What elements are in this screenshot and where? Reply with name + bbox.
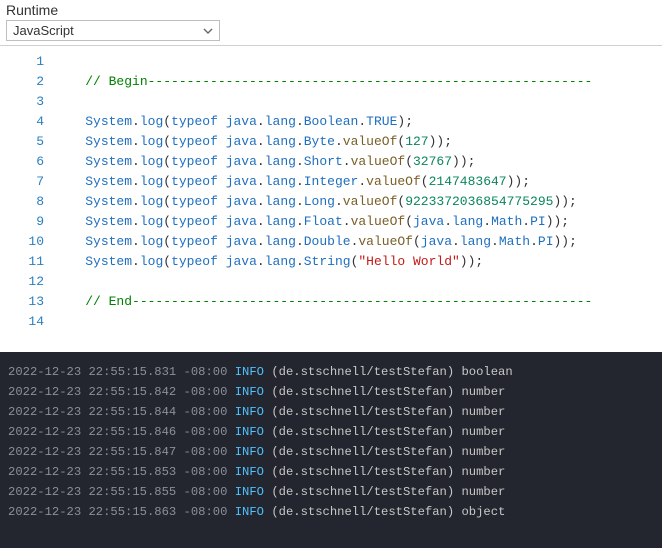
runtime-label: Runtime: [6, 2, 656, 18]
line-number: 10: [0, 232, 44, 252]
line-number: 12: [0, 272, 44, 292]
runtime-header: Runtime JavaScript: [0, 0, 662, 46]
line-number: 11: [0, 252, 44, 272]
line-number: 1: [0, 52, 44, 72]
console-line: 2022-12-23 22:55:15.863 -08:00 INFO (de.…: [8, 502, 654, 522]
code-line[interactable]: // Begin--------------------------------…: [54, 72, 662, 92]
code-line[interactable]: System.log(typeof java.lang.Double.value…: [54, 232, 662, 252]
line-number: 2: [0, 72, 44, 92]
console-timestamp: 2022-12-23 22:55:15.846 -08:00: [8, 425, 235, 439]
line-number: 8: [0, 192, 44, 212]
console-timestamp: 2022-12-23 22:55:15.847 -08:00: [8, 445, 235, 459]
console-message: number: [461, 485, 505, 499]
code-line[interactable]: System.log(typeof java.lang.Float.valueO…: [54, 212, 662, 232]
code-line[interactable]: [54, 92, 662, 112]
console-timestamp: 2022-12-23 22:55:15.842 -08:00: [8, 385, 235, 399]
output-console: 2022-12-23 22:55:15.831 -08:00 INFO (de.…: [0, 352, 662, 548]
console-timestamp: 2022-12-23 22:55:15.844 -08:00: [8, 405, 235, 419]
console-source: (de.stschnell/testStefan): [264, 505, 461, 519]
code-line[interactable]: [54, 52, 662, 72]
console-message: number: [461, 425, 505, 439]
console-source: (de.stschnell/testStefan): [264, 465, 461, 479]
code-line[interactable]: [54, 272, 662, 292]
runtime-dropdown[interactable]: JavaScript: [6, 20, 220, 41]
console-line: 2022-12-23 22:55:15.853 -08:00 INFO (de.…: [8, 462, 654, 482]
console-line: 2022-12-23 22:55:15.847 -08:00 INFO (de.…: [8, 442, 654, 462]
console-timestamp: 2022-12-23 22:55:15.831 -08:00: [8, 365, 235, 379]
code-editor[interactable]: 1234567891011121314 // Begin------------…: [0, 46, 662, 332]
console-line: 2022-12-23 22:55:15.831 -08:00 INFO (de.…: [8, 362, 654, 382]
chevron-down-icon: [203, 26, 213, 36]
line-number: 7: [0, 172, 44, 192]
console-level: INFO: [235, 405, 264, 419]
code-line[interactable]: System.log(typeof java.lang.Integer.valu…: [54, 172, 662, 192]
console-level: INFO: [235, 385, 264, 399]
line-number: 5: [0, 132, 44, 152]
console-level: INFO: [235, 485, 264, 499]
console-timestamp: 2022-12-23 22:55:15.853 -08:00: [8, 465, 235, 479]
code-line[interactable]: [54, 312, 662, 332]
line-number: 13: [0, 292, 44, 312]
line-gutter: 1234567891011121314: [0, 52, 54, 332]
console-message: number: [461, 465, 505, 479]
line-number: 3: [0, 92, 44, 112]
code-line[interactable]: // End----------------------------------…: [54, 292, 662, 312]
console-timestamp: 2022-12-23 22:55:15.855 -08:00: [8, 485, 235, 499]
console-line: 2022-12-23 22:55:15.846 -08:00 INFO (de.…: [8, 422, 654, 442]
console-line: 2022-12-23 22:55:15.855 -08:00 INFO (de.…: [8, 482, 654, 502]
console-source: (de.stschnell/testStefan): [264, 485, 461, 499]
runtime-dropdown-value: JavaScript: [13, 23, 74, 38]
line-number: 6: [0, 152, 44, 172]
console-message: number: [461, 405, 505, 419]
console-line: 2022-12-23 22:55:15.842 -08:00 INFO (de.…: [8, 382, 654, 402]
line-number: 9: [0, 212, 44, 232]
console-source: (de.stschnell/testStefan): [264, 405, 461, 419]
console-level: INFO: [235, 445, 264, 459]
console-message: number: [461, 385, 505, 399]
console-level: INFO: [235, 465, 264, 479]
console-message: number: [461, 445, 505, 459]
code-line[interactable]: System.log(typeof java.lang.Boolean.TRUE…: [54, 112, 662, 132]
line-number: 14: [0, 312, 44, 332]
code-area[interactable]: // Begin--------------------------------…: [54, 52, 662, 332]
console-source: (de.stschnell/testStefan): [264, 365, 461, 379]
console-level: INFO: [235, 505, 264, 519]
code-line[interactable]: System.log(typeof java.lang.String("Hell…: [54, 252, 662, 272]
console-timestamp: 2022-12-23 22:55:15.863 -08:00: [8, 505, 235, 519]
code-line[interactable]: System.log(typeof java.lang.Long.valueOf…: [54, 192, 662, 212]
console-source: (de.stschnell/testStefan): [264, 445, 461, 459]
console-level: INFO: [235, 365, 264, 379]
console-source: (de.stschnell/testStefan): [264, 425, 461, 439]
console-message: object: [461, 505, 505, 519]
line-number: 4: [0, 112, 44, 132]
console-level: INFO: [235, 425, 264, 439]
code-line[interactable]: System.log(typeof java.lang.Short.valueO…: [54, 152, 662, 172]
console-source: (de.stschnell/testStefan): [264, 385, 461, 399]
console-line: 2022-12-23 22:55:15.844 -08:00 INFO (de.…: [8, 402, 654, 422]
console-message: boolean: [461, 365, 512, 379]
code-line[interactable]: System.log(typeof java.lang.Byte.valueOf…: [54, 132, 662, 152]
